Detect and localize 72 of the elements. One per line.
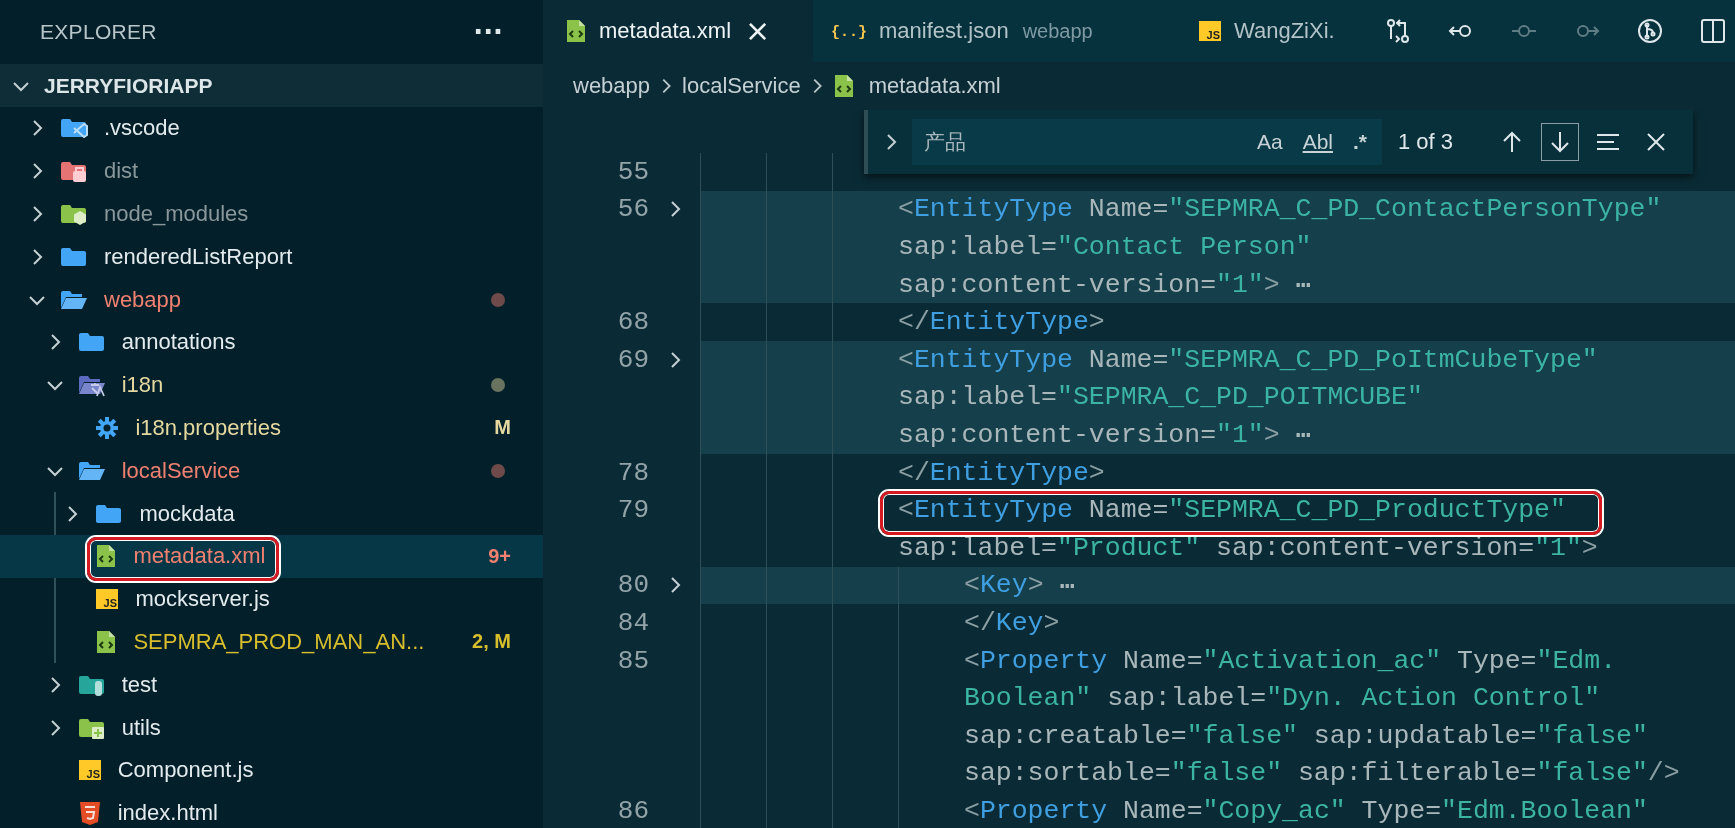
match-case-toggle[interactable]: Aa <box>1251 127 1288 157</box>
tree-item[interactable]: utils <box>0 706 543 749</box>
folder-icon <box>60 202 88 226</box>
editor-tab[interactable]: JS WangZiXi. <box>1176 0 1335 62</box>
whole-word-toggle[interactable]: Abl <box>1297 127 1338 157</box>
code-line: <Property Name="Activation_ac" Type="Edm. <box>700 641 1735 680</box>
line-number: 85 <box>616 645 649 676</box>
line-number: 84 <box>616 607 649 638</box>
git-graph-icon[interactable] <box>1636 17 1664 45</box>
line-number: 56 <box>616 194 649 225</box>
status-label: M <box>494 416 511 440</box>
js-file-icon: JS <box>1198 19 1222 43</box>
code-file-icon <box>832 73 855 99</box>
tree-item[interactable]: mockdata <box>0 492 543 535</box>
code-file-icon <box>95 628 118 655</box>
folder-icon <box>60 116 88 141</box>
code-file-icon <box>95 543 118 570</box>
code-line: sap:sortable="false" sap:filterable="false"/> <box>700 754 1735 793</box>
tree-item[interactable]: dist <box>0 149 543 193</box>
editor-tab[interactable]: metadata.xml × <box>543 0 813 62</box>
folder-icon <box>77 373 106 398</box>
line-number: 86 <box>616 795 649 826</box>
arrow-down-icon[interactable] <box>1541 123 1579 161</box>
close-button[interactable]: × <box>743 16 773 46</box>
editor-tab[interactable]: {..} manifest.json webapp <box>813 0 1176 62</box>
code-line: </EntityType> <box>700 453 1735 492</box>
line-number: 55 <box>616 156 649 187</box>
breadcrumb-item[interactable]: localService <box>682 73 801 99</box>
code-line: </EntityType> <box>700 303 1735 341</box>
gear-icon <box>95 415 120 440</box>
tree-item[interactable]: JS mockserver.js <box>0 577 543 621</box>
line-number: 68 <box>616 307 649 338</box>
more-actions-button[interactable]: ··· <box>469 17 507 47</box>
html-file-icon <box>77 800 102 827</box>
line-number: 69 <box>616 344 649 375</box>
js-file-icon: JS <box>77 758 102 783</box>
code-line: </Key> <box>700 604 1735 642</box>
tree-item[interactable]: annotations <box>0 321 543 364</box>
code-file-icon <box>565 18 587 44</box>
line-number: 80 <box>616 570 649 601</box>
status-label: 2, M <box>472 630 511 654</box>
tree-item[interactable]: i18n <box>0 363 543 407</box>
tree-item[interactable]: JS Component.js <box>0 748 543 792</box>
explorer-title: EXPLORER <box>40 20 157 44</box>
tab-description: webapp <box>1022 19 1093 43</box>
code-line: <EntityType Name="SEPMRA_C_PD_ProductType" <box>700 491 1735 529</box>
regex-toggle[interactable]: .* <box>1348 127 1372 157</box>
code-line: sap:creatable="false" sap:updatable="false" <box>700 716 1735 755</box>
folder-icon <box>60 159 88 184</box>
compare-icon[interactable] <box>1384 17 1412 45</box>
search-field[interactable]: 产品 Aa Abl .* <box>912 119 1382 165</box>
tree-item[interactable]: renderedListReport <box>0 235 543 279</box>
tree-item[interactable]: .vscode <box>0 107 543 150</box>
line-number: 79 <box>616 495 649 526</box>
line-number: 78 <box>616 457 649 488</box>
tree-item[interactable]: node_modules <box>0 192 543 236</box>
code-line: <Property Name="Copy_ac" Type="Edm.Boolean" <box>700 792 1735 828</box>
match-count: 1 of 3 <box>1398 129 1454 155</box>
braces-icon: {..} <box>827 19 871 43</box>
code-line: Boolean" sap:label="Dyn. Action Control" <box>700 679 1735 717</box>
breadcrumb-item[interactable]: metadata.xml <box>832 73 1001 99</box>
tree-item[interactable]: localService <box>0 449 543 493</box>
breadcrumb-item[interactable]: webapp <box>573 73 651 99</box>
tree-item[interactable]: test <box>0 663 543 707</box>
tree-item[interactable]: webapp <box>0 278 543 321</box>
project-header[interactable]: JERRYFIORIAPP <box>0 64 543 107</box>
js-file-icon: JS <box>95 587 120 612</box>
tree-item[interactable]: SEPMRA_PROD_MAN_AN... 2, M <box>0 620 543 664</box>
status-label: 9+ <box>488 544 511 568</box>
tree-item[interactable]: index.html <box>0 791 543 828</box>
split-editor-icon[interactable] <box>1699 17 1727 45</box>
tree-item[interactable]: i18n.properties M <box>0 406 543 450</box>
